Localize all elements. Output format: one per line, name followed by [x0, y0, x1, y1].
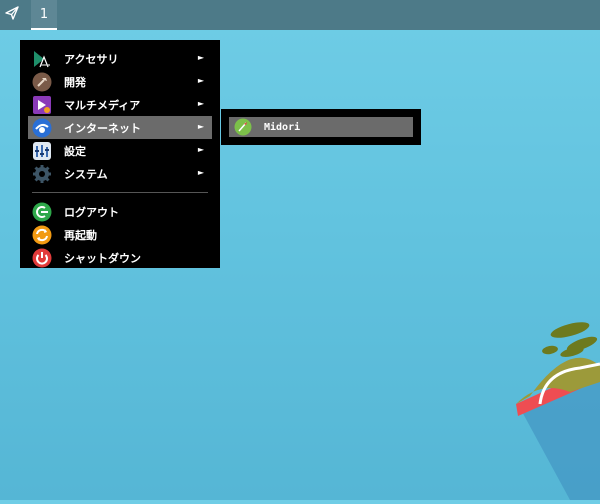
submenu-arrow-icon: ►: [197, 53, 204, 62]
menu-item-label: インターネット: [64, 121, 141, 135]
top-panel: 1: [0, 0, 600, 30]
menu-item-multimedia[interactable]: マルチメディア ►: [28, 93, 212, 116]
submenu-arrow-icon: ►: [197, 76, 204, 85]
menu-item-logout[interactable]: ログアウト: [28, 200, 212, 223]
submenu-arrow-icon: ►: [197, 145, 204, 154]
system-icon: [32, 164, 52, 184]
workspace-button-1[interactable]: 1: [31, 0, 57, 30]
menu-item-label: 開発: [64, 75, 86, 89]
menu-item-internet[interactable]: インターネット ►: [28, 116, 212, 139]
menu-item-shutdown[interactable]: シャットダウン: [28, 246, 212, 269]
menu-item-label: アクセサリ: [64, 52, 119, 66]
menu-item-restart[interactable]: 再起動: [28, 223, 212, 246]
restart-icon: [32, 225, 52, 245]
menu-item-accessories[interactable]: アクセサリ ►: [28, 47, 212, 70]
menu-separator: [32, 192, 208, 193]
paper-plane-icon: [4, 5, 20, 25]
menu-item-development[interactable]: 開発 ►: [28, 70, 212, 93]
shutdown-icon: [32, 248, 52, 268]
settings-icon: [32, 141, 52, 161]
wallpaper-illustration: [510, 300, 600, 504]
menu-item-label: 再起動: [64, 228, 97, 242]
submenu-item-label: Midori: [264, 121, 301, 133]
internet-submenu: Midori: [221, 109, 421, 145]
midori-icon: [234, 118, 252, 136]
menu-item-system[interactable]: システム ►: [28, 162, 212, 185]
menu-item-settings[interactable]: 設定 ►: [28, 139, 212, 162]
logout-icon: [32, 202, 52, 222]
menu-item-label: 設定: [64, 144, 86, 158]
submenu-arrow-icon: ►: [197, 168, 204, 177]
submenu-item-midori[interactable]: Midori: [229, 117, 413, 137]
submenu-arrow-icon: ►: [197, 99, 204, 108]
menu-item-label: シャットダウン: [64, 251, 141, 265]
menu-item-label: マルチメディア: [64, 98, 141, 112]
menu-launcher-button[interactable]: [0, 0, 24, 30]
multimedia-icon: [32, 95, 52, 115]
internet-icon: [32, 118, 52, 138]
application-menu: アクセサリ ► 開発 ► マルチメディア ► インターネット ► 設定 ► シス…: [20, 40, 220, 268]
accessories-icon: [32, 49, 52, 69]
development-icon: [32, 72, 52, 92]
menu-item-label: ログアウト: [64, 205, 119, 219]
submenu-arrow-icon: ►: [197, 122, 204, 131]
menu-item-label: システム: [64, 167, 108, 181]
